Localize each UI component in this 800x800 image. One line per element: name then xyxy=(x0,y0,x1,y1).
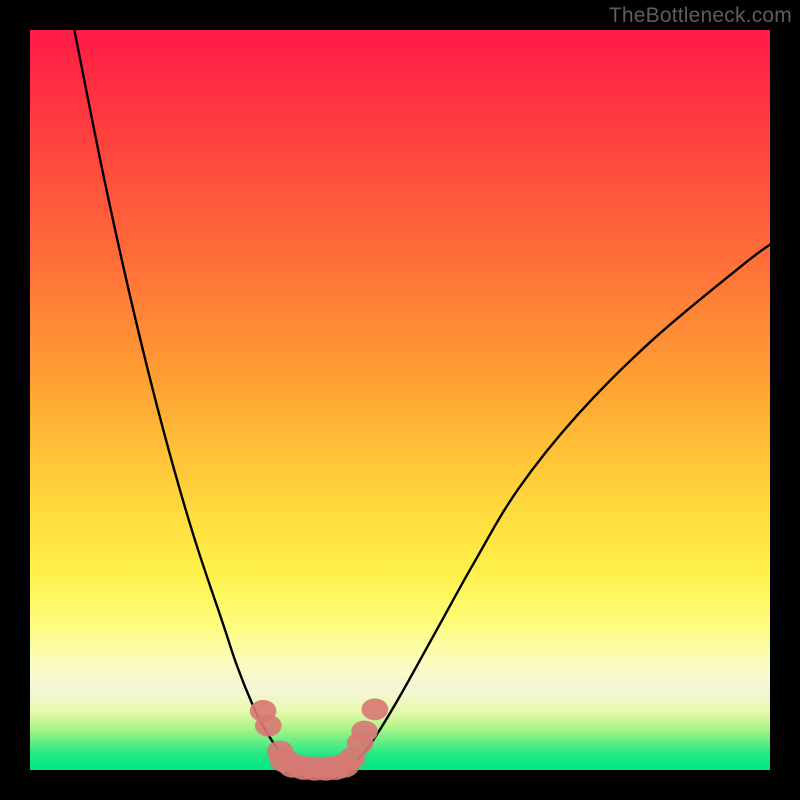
marker-point xyxy=(362,698,389,720)
chart-svg xyxy=(30,30,770,770)
marker-point xyxy=(255,715,282,737)
curve-right-branch xyxy=(348,245,770,767)
curve-layer xyxy=(74,30,770,769)
attribution-text: TheBottleneck.com xyxy=(609,4,792,28)
marker-point xyxy=(351,721,378,743)
curve-left-branch xyxy=(74,30,296,766)
chart-frame: TheBottleneck.com xyxy=(0,0,800,800)
plot-area xyxy=(30,30,770,770)
